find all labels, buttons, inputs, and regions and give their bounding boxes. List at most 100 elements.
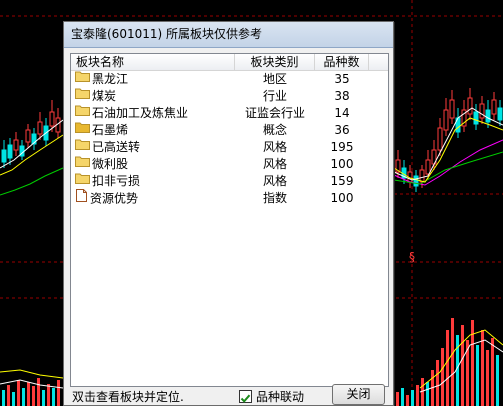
item-name: 微利股 <box>75 156 235 173</box>
checkbox-box[interactable] <box>239 390 252 403</box>
item-name-text: 微利股 <box>92 157 129 171</box>
folder-icon <box>75 104 90 121</box>
volume-bar <box>446 330 449 406</box>
folder-open-icon <box>75 121 90 138</box>
candle-body <box>413 175 419 187</box>
item-count: 35 <box>334 72 350 86</box>
item-count: 159 <box>330 174 354 188</box>
volume-bars-right <box>396 318 499 406</box>
folder-icon <box>75 70 90 87</box>
candle-body <box>485 109 491 123</box>
document-icon <box>75 189 88 207</box>
volume-bar <box>441 348 444 406</box>
volume-bar <box>456 335 459 406</box>
volume-bar <box>496 355 499 406</box>
volume-bar <box>17 380 20 406</box>
list-item[interactable]: 石油加工及炼焦业 证监会行业 14 <box>71 105 388 122</box>
column-header-name[interactable]: 板块名称 <box>71 54 235 71</box>
item-name: 资源优势 <box>75 189 235 207</box>
list-item[interactable]: 黑龙江 地区 35 <box>71 71 388 88</box>
item-category: 行业 <box>262 89 287 103</box>
item-name-text: 已高送转 <box>92 140 141 154</box>
volume-bar <box>461 325 464 406</box>
item-name: 煤炭 <box>75 88 235 105</box>
dialog-title[interactable]: 宝泰隆(601011) 所属板块仅供参考 <box>64 22 393 48</box>
volume-bar <box>471 320 474 406</box>
item-count: 36 <box>334 123 350 137</box>
list-item[interactable]: 已高送转 风格 195 <box>71 139 388 156</box>
sector-list[interactable]: 板块名称 板块类别 品种数 黑龙江 地区 35 煤炭 行业 38 石油加工及炼焦业 证监会行业… <box>70 53 389 387</box>
item-category: 指数 <box>262 191 287 205</box>
item-count: 14 <box>334 106 350 120</box>
volume-bar <box>42 390 45 406</box>
volume-bar <box>401 388 404 406</box>
item-count: 38 <box>334 89 350 103</box>
volume-bar <box>22 388 25 406</box>
volume-bar <box>396 392 399 406</box>
candle-body <box>491 99 497 115</box>
sector-dialog: 宝泰隆(601011) 所属板块仅供参考 板块名称 板块类别 品种数 黑龙江 地区… <box>63 21 394 406</box>
candle-body <box>49 111 55 127</box>
column-header-category[interactable]: 板块类别 <box>235 54 315 71</box>
volume-bar <box>27 382 30 406</box>
volume-bar <box>57 380 60 406</box>
close-button[interactable]: 关闭 <box>332 384 385 405</box>
item-count: 195 <box>330 140 354 154</box>
candle-body <box>25 129 31 143</box>
volume-bar <box>7 385 10 406</box>
volume-bar <box>47 384 50 406</box>
column-header-count[interactable]: 品种数 <box>315 54 369 71</box>
volume-bar <box>32 386 35 406</box>
candle-body <box>449 99 455 119</box>
item-name-text: 石油加工及炼焦业 <box>92 106 189 120</box>
chart-marker: § <box>409 250 415 264</box>
item-name-text: 扣非亏损 <box>92 174 141 188</box>
list-item[interactable]: 资源优势 指数 100 <box>71 189 388 207</box>
candle-body <box>479 103 485 119</box>
list-rows: 黑龙江 地区 35 煤炭 行业 38 石油加工及炼焦业 证监会行业 14 石墨烯 概念 36 已高送转风… <box>71 71 388 207</box>
candlestick-group-left <box>1 100 61 168</box>
folder-icon <box>75 87 90 104</box>
item-name: 扣非亏损 <box>75 173 235 190</box>
list-header: 板块名称 板块类别 品种数 <box>71 54 388 71</box>
candle-body <box>443 109 449 131</box>
item-name: 已高送转 <box>75 139 235 156</box>
volume-bar <box>12 392 15 406</box>
list-item[interactable]: 煤炭 行业 38 <box>71 88 388 105</box>
list-item[interactable]: 石墨烯 概念 36 <box>71 122 388 139</box>
item-count: 100 <box>330 157 354 171</box>
item-count: 100 <box>330 191 354 205</box>
folder-icon <box>75 172 90 189</box>
volume-bar <box>416 385 419 406</box>
item-category: 风格 <box>262 174 287 188</box>
folder-icon <box>75 155 90 172</box>
volume-bar <box>52 388 55 406</box>
volume-bar <box>37 378 40 406</box>
volume-bar <box>476 345 479 406</box>
candle-body <box>473 111 479 125</box>
item-category: 风格 <box>262 157 287 171</box>
volume-bar <box>436 360 439 406</box>
item-category: 地区 <box>262 72 287 86</box>
candle-body <box>7 144 13 159</box>
candle-body <box>419 169 425 183</box>
volume-bar <box>426 382 429 406</box>
checkbox-label: 品种联动 <box>256 390 305 404</box>
list-item[interactable]: 扣非亏损 风格 159 <box>71 173 388 190</box>
item-category: 证监会行业 <box>244 106 305 120</box>
ma-line-green-left <box>0 167 64 196</box>
item-name-text: 煤炭 <box>92 89 117 103</box>
volume-bar <box>491 338 494 406</box>
status-text: 双击查看板块并定位. <box>72 390 184 404</box>
volume-bar <box>486 350 489 406</box>
volume-bar <box>2 390 5 406</box>
volume-ma-yellow-left <box>0 369 64 379</box>
linkage-checkbox[interactable]: 品种联动 <box>239 388 304 406</box>
item-name-text: 黑龙江 <box>92 72 129 86</box>
folder-icon <box>75 138 90 155</box>
item-category: 概念 <box>262 123 287 137</box>
list-item[interactable]: 微利股 风格 100 <box>71 156 388 173</box>
item-name-text: 资源优势 <box>90 191 139 206</box>
candle-body <box>467 97 473 115</box>
item-name: 黑龙江 <box>75 71 235 88</box>
